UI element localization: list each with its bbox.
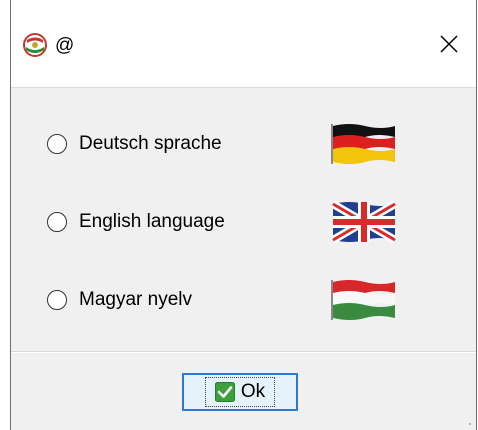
- radio-button[interactable]: [47, 134, 67, 154]
- radio-button[interactable]: [47, 212, 67, 232]
- divider: [11, 351, 476, 353]
- radio-option-hungarian[interactable]: Magyar nyelv: [47, 284, 192, 316]
- ok-button-label: Ok: [240, 381, 266, 402]
- uk-flag-icon: [330, 200, 397, 244]
- close-button[interactable]: [423, 24, 475, 64]
- hungarian-flag-icon: [331, 280, 395, 320]
- german-flag-icon: [331, 124, 395, 164]
- title-bar: @: [11, 0, 476, 88]
- radio-option-german[interactable]: Deutsch sprache: [47, 128, 222, 160]
- option-label: Magyar nyelv: [79, 289, 192, 310]
- app-flag-icon: [23, 33, 47, 57]
- checkmark-icon: [214, 382, 235, 402]
- resize-grip-icon[interactable]: [462, 416, 472, 426]
- language-dialog: @ Deutsch sprache English language Magya…: [10, 0, 477, 430]
- ok-button-focus: Ok: [204, 377, 276, 407]
- window-title: @: [55, 35, 75, 56]
- option-label: English language: [79, 211, 225, 232]
- close-icon: [440, 35, 458, 53]
- radio-option-english[interactable]: English language: [47, 206, 225, 238]
- option-label: Deutsch sprache: [79, 133, 222, 154]
- ok-button[interactable]: Ok: [182, 373, 298, 411]
- radio-button[interactable]: [47, 290, 67, 310]
